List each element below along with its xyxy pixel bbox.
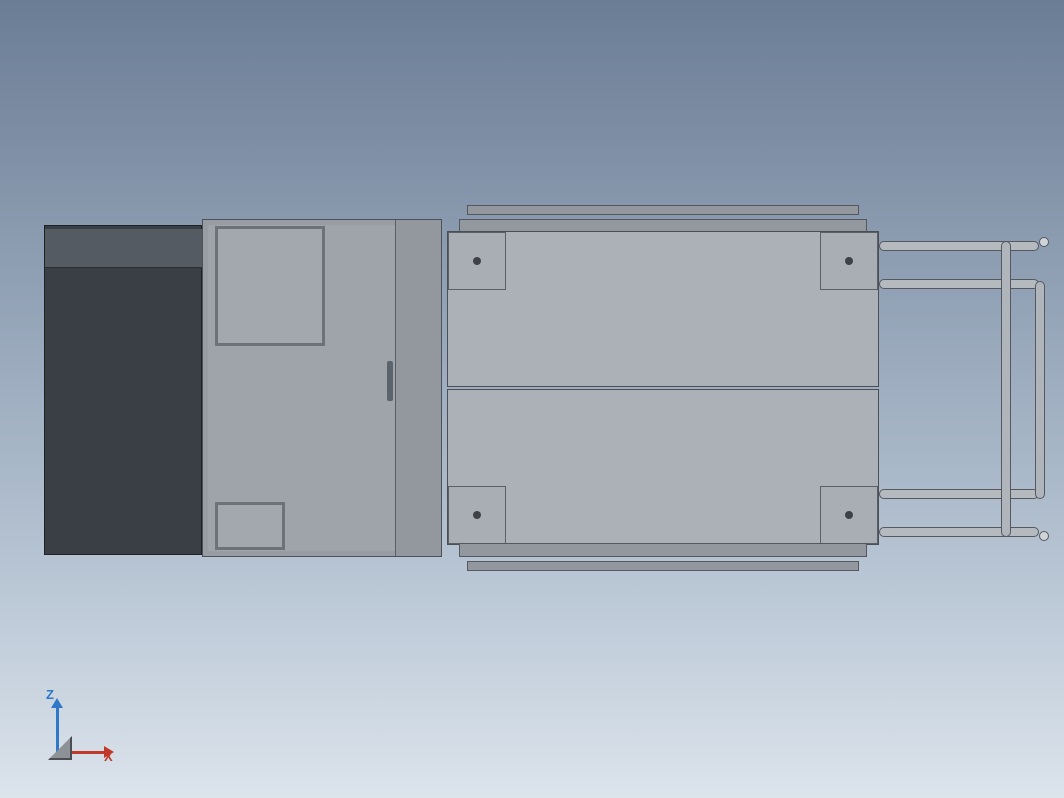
axis-triad[interactable]: X Z [38, 688, 118, 768]
rail-inner-bottom [459, 543, 867, 557]
rail-outer-top [467, 205, 859, 215]
bolt-hole-icon [845, 511, 853, 519]
tube-bottom-inner [879, 489, 1039, 499]
z-axis-icon [56, 706, 59, 754]
bolt-hole-icon [473, 511, 481, 519]
tube-top-outer [879, 241, 1039, 251]
corner-upper-left [448, 232, 506, 290]
tube-vertical-inner [1001, 241, 1011, 537]
cab-block [44, 225, 202, 555]
chassis-mid-section [202, 219, 442, 557]
opening-bottom [215, 502, 285, 550]
bed-plate-upper [447, 231, 879, 387]
model-top-view [44, 219, 1044, 561]
corner-lower-right [820, 486, 878, 544]
corner-lower-left [448, 486, 506, 544]
rear-tube-frame [879, 237, 1049, 541]
opening-top [215, 226, 325, 346]
corner-upper-right [820, 232, 878, 290]
tube-cap-icon [1039, 531, 1049, 541]
handle-icon [387, 361, 393, 401]
x-axis-label: X [104, 749, 113, 764]
tube-vertical-outer [1035, 281, 1045, 499]
cad-viewport[interactable]: X Z [0, 0, 1064, 798]
rail-outer-bottom [467, 561, 859, 571]
origin-icon [48, 736, 72, 760]
bed-panel-assembly [447, 229, 879, 547]
bolt-hole-icon [473, 257, 481, 265]
z-axis-label: Z [46, 687, 54, 702]
tube-bottom-outer [879, 527, 1039, 537]
bolt-hole-icon [845, 257, 853, 265]
bed-plate-lower [447, 389, 879, 545]
tube-cap-icon [1039, 237, 1049, 247]
tube-top-inner [879, 279, 1039, 289]
mid-column [395, 220, 441, 556]
